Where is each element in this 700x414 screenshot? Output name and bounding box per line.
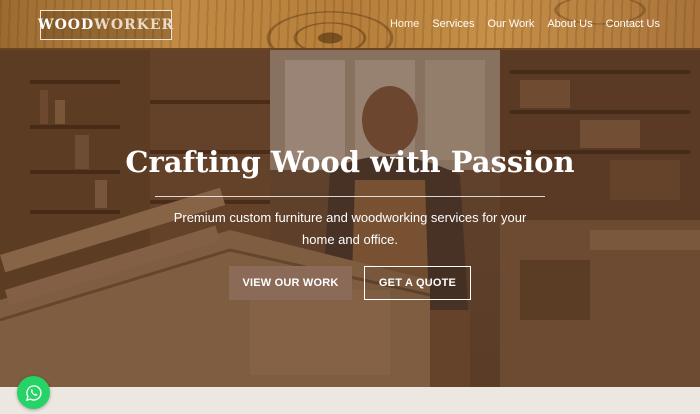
get-a-quote-button[interactable]: GET A QUOTE xyxy=(364,266,471,300)
nav-item-services[interactable]: Services xyxy=(432,18,474,30)
hero-divider xyxy=(155,196,545,197)
main-nav: Home Services Our Work About Us Contact … xyxy=(390,18,660,30)
logo-text-part2: WORKER xyxy=(94,17,175,33)
nav-item-contact-us[interactable]: Contact Us xyxy=(606,18,660,30)
next-section-strip xyxy=(0,387,700,414)
site-logo[interactable]: WOOD WORKER xyxy=(37,10,175,40)
view-our-work-button[interactable]: VIEW OUR WORK xyxy=(229,266,352,300)
hero-section: Crafting Wood with Passion Premium custo… xyxy=(0,50,700,387)
hero-title: Crafting Wood with Passion xyxy=(125,145,575,179)
nav-item-home[interactable]: Home xyxy=(390,18,419,30)
site-header: WOOD WORKER Home Services Our Work About … xyxy=(0,0,700,50)
nav-item-about-us[interactable]: About Us xyxy=(547,18,592,30)
hero-subtitle: Premium custom furniture and woodworking… xyxy=(173,210,527,247)
whatsapp-chat-button[interactable] xyxy=(17,376,50,409)
logo-text-part1: WOOD xyxy=(37,17,95,33)
nav-item-our-work[interactable]: Our Work xyxy=(487,18,534,30)
whatsapp-icon xyxy=(25,384,42,401)
